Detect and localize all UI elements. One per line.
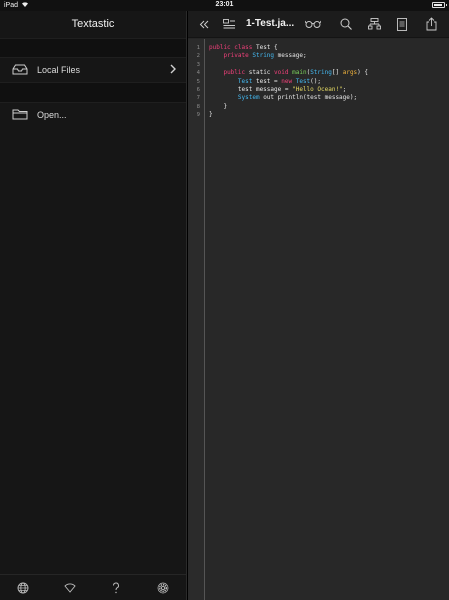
code-token: out println(test message);: [263, 94, 358, 102]
file-name-tab[interactable]: 1-Test.ja...: [246, 18, 294, 29]
line-number-gutter: 1 23 456 78 9: [188, 39, 205, 600]
code-token: message;: [277, 52, 307, 60]
code-token: main: [292, 69, 307, 77]
help-icon[interactable]: [109, 581, 123, 595]
battery-icon: [432, 2, 447, 8]
search-icon[interactable]: [339, 17, 353, 31]
code-line: }: [205, 103, 449, 111]
wifi-icon[interactable]: [63, 581, 77, 595]
line-number: 3: [196, 61, 200, 68]
sidebar-item-open[interactable]: Open...: [0, 103, 186, 127]
chevron-right-icon: [170, 64, 176, 77]
gear-icon[interactable]: [156, 581, 170, 595]
code-token: private: [223, 52, 253, 60]
status-bar: iPad 23:01: [0, 0, 449, 11]
code-token: String: [252, 52, 278, 60]
sidebar-item-label: Open...: [37, 110, 67, 120]
line-number: 5: [196, 78, 200, 85]
collapse-sidebar-icon[interactable]: [198, 17, 210, 31]
code-line: test message = "Hello Ocean!";: [205, 86, 449, 94]
code-line: }: [205, 111, 449, 119]
code-line: public class Test {: [205, 44, 449, 52]
code-token: "Hello Ocean!": [292, 85, 343, 93]
glasses-icon[interactable]: [304, 17, 322, 31]
section-spacer: [0, 38, 186, 58]
editor-toolbar: 1-Test.ja...: [188, 11, 449, 38]
code-token: void: [274, 69, 293, 77]
sidebar: Textastic Local Files Open...: [0, 11, 187, 600]
symbol-list-icon[interactable]: [222, 17, 236, 31]
folder-icon: [12, 108, 28, 122]
tree-structure-icon[interactable]: [367, 17, 381, 31]
globe-icon[interactable]: [16, 581, 30, 595]
code-token: static: [248, 69, 275, 77]
code-token: []: [331, 69, 343, 77]
line-number: 1: [196, 45, 200, 51]
document-icon[interactable]: [395, 17, 409, 31]
code-area[interactable]: public class Test { private String messa…: [205, 39, 449, 600]
line-number: 7: [196, 95, 200, 102]
editor-pane: 1-Test.ja... 1 23 456 78 9 public class Test…: [188, 11, 449, 600]
code-token: test message =: [209, 85, 293, 93]
code-token: String: [310, 69, 332, 77]
line-number: 4: [196, 70, 200, 77]
code-line: public static void main(String[] args) {: [205, 69, 449, 77]
code-token: new: [281, 77, 296, 85]
code-token: Test: [237, 77, 256, 85]
code-line: System out println(test message);: [205, 94, 449, 102]
code-token: ();: [310, 77, 322, 85]
code-token: Test {: [255, 44, 278, 51]
sidebar-item-local-files[interactable]: Local Files: [0, 58, 186, 82]
battery-level: [434, 4, 443, 6]
share-icon[interactable]: [424, 17, 438, 31]
code-line: private String message;: [205, 52, 449, 60]
code-token: }: [209, 111, 213, 119]
line-number: 6: [196, 86, 200, 93]
line-number: 9: [196, 112, 200, 119]
line-number: 8: [196, 103, 200, 110]
code-token: Test: [295, 77, 311, 85]
code-token: public: [223, 69, 249, 77]
code-token: ;: [342, 85, 347, 93]
section-spacer: [0, 82, 186, 103]
sidebar-item-label: Local Files: [37, 65, 81, 75]
inbox-tray-icon: [12, 64, 28, 77]
code-line: Test test = new Test();: [205, 78, 449, 86]
sidebar-title: Textastic: [71, 18, 115, 30]
code-token: args: [342, 69, 358, 77]
code-token: ) {: [357, 69, 369, 77]
status-time: 23:01: [215, 1, 234, 8]
code-token: System: [237, 94, 264, 102]
code-token: }: [209, 102, 228, 110]
line-number: 2: [196, 53, 200, 60]
sidebar-bottom-bar: [0, 574, 186, 600]
code-token: test =: [255, 77, 282, 85]
code-token: public class: [209, 44, 256, 51]
